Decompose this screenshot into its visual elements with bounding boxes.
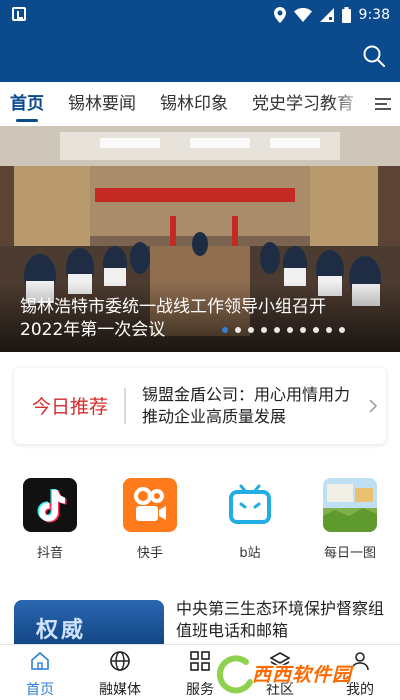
app-label: b站: [239, 546, 261, 561]
app-daily-photo[interactable]: 每日一图: [310, 478, 390, 561]
carousel-dot[interactable]: [287, 327, 293, 333]
watermark-logo-icon: [216, 655, 253, 694]
status-icons: 9:38: [273, 5, 390, 25]
home-icon: [31, 651, 49, 670]
clock-time: 9:38: [358, 7, 390, 23]
recommend-divider: [124, 388, 126, 424]
today-recommend-card[interactable]: 今日推荐 锡盟金盾公司：用心用情用力推动企业高质量发展: [14, 368, 386, 444]
bilibili-icon: [223, 478, 277, 532]
chevron-right-icon: [369, 399, 378, 413]
douyin-icon: [23, 478, 77, 532]
watermark-text: 西西软件园: [252, 664, 353, 686]
nav-label: 融媒体: [99, 682, 141, 698]
channel-tabs: 首页 锡林要闻 锡林印象 党史学习教育: [0, 82, 400, 126]
tab-xilin-impression[interactable]: 锡林印象: [160, 82, 228, 126]
app-label: 每日一图: [323, 546, 376, 561]
nav-home[interactable]: 首页: [0, 645, 80, 700]
recommend-tag: 今日推荐: [32, 396, 109, 418]
kuaishou-icon: [123, 478, 177, 532]
tab-xilin-news[interactable]: 锡林要闻: [68, 82, 136, 126]
carousel-dot[interactable]: [274, 327, 280, 333]
menu-icon: [375, 98, 391, 110]
app-douyin[interactable]: 抖音: [10, 478, 90, 561]
search-icon[interactable]: [362, 44, 386, 68]
app-header: [0, 30, 400, 82]
carousel-dot[interactable]: [235, 327, 241, 333]
site-watermark: 西西软件园: [216, 652, 394, 698]
carousel-dot[interactable]: [300, 327, 306, 333]
daily-photo-icon: [323, 478, 377, 532]
tab-home[interactable]: 首页: [10, 82, 44, 126]
location-icon: [273, 7, 286, 23]
status-bar: 9:38: [0, 0, 400, 30]
carousel-dot[interactable]: [313, 327, 319, 333]
tabs-fade: [330, 82, 370, 126]
news-thumbnail: 权威: [14, 600, 164, 644]
app-kuaishou[interactable]: 快手: [110, 478, 190, 561]
news-thumbnail-text: 权威: [36, 617, 87, 643]
globe-icon: [110, 651, 130, 671]
news-list-item[interactable]: 权威 中央第三生态环境保护督察组值班电话和邮箱: [14, 598, 386, 644]
nav-label: 首页: [26, 682, 54, 698]
app-label: 快手: [136, 546, 163, 561]
nav-media[interactable]: 融媒体: [80, 645, 160, 700]
carousel-dot[interactable]: [261, 327, 267, 333]
app-shortcuts: 抖音 快手 b站 每日一图: [0, 478, 400, 568]
tabs-menu-button[interactable]: [366, 82, 400, 126]
notification-icon: [12, 7, 26, 21]
banner-caption[interactable]: 锡林浩特市委统一战线工作领导小组召开2022年第一次会议: [20, 296, 350, 342]
carousel-dot[interactable]: [339, 327, 345, 333]
news-title[interactable]: 中央第三生态环境保护督察组值班电话和邮箱: [176, 598, 386, 642]
grid-icon: [190, 651, 210, 671]
app-bilibili[interactable]: b站: [210, 478, 290, 561]
carousel-dot[interactable]: [222, 327, 228, 333]
app-label: 抖音: [36, 546, 63, 561]
carousel-dot[interactable]: [248, 327, 254, 333]
wifi-icon: [293, 8, 312, 22]
signal-icon: [319, 8, 334, 22]
carousel-indicator: [222, 327, 345, 333]
battery-icon: [341, 7, 351, 23]
recommend-headline[interactable]: 锡盟金盾公司：用心用情用力推动企业高质量发展: [142, 384, 362, 428]
carousel-dot[interactable]: [326, 327, 332, 333]
banner-carousel[interactable]: 锡林浩特市委统一战线工作领导小组召开2022年第一次会议: [0, 126, 400, 352]
